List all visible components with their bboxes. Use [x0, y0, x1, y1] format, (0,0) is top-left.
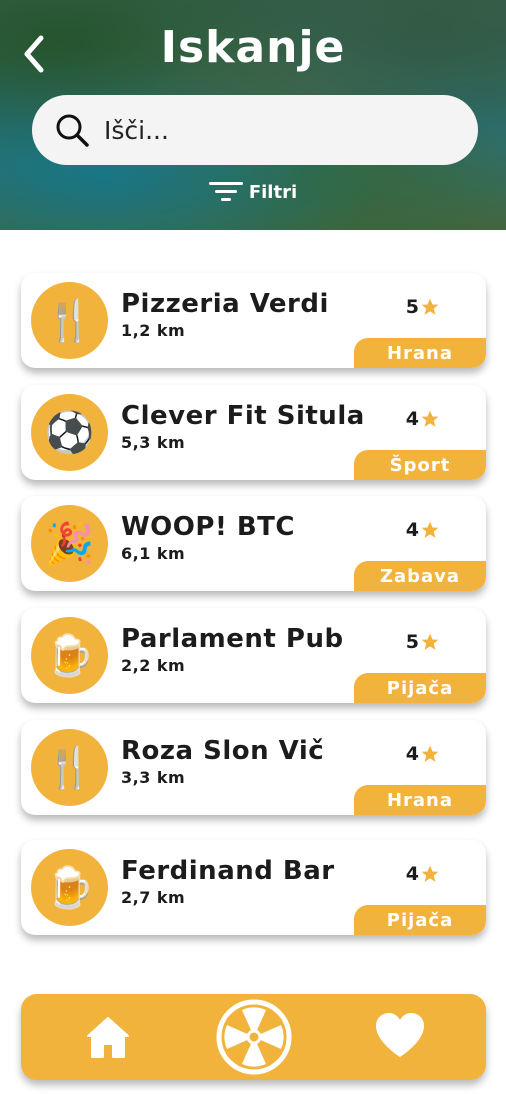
place-distance: 2,2 km [121, 656, 186, 675]
list-item[interactable]: 🎉 WOOP! BTC 6,1 km 4 Zabava [21, 496, 486, 591]
nav-wheel-button[interactable] [215, 998, 293, 1076]
place-name: Pizzeria Verdi [121, 289, 329, 319]
star-icon [421, 865, 439, 882]
place-rating: 4 [406, 863, 440, 885]
bottom-nav [21, 994, 486, 1080]
page-title: Iskanje [160, 22, 346, 73]
beer-mug-icon: 🍺 [31, 849, 108, 926]
rating-value: 5 [405, 296, 419, 318]
category-badge: Šport [354, 450, 486, 480]
category-badge: Hrana [354, 785, 486, 815]
fork-knife-icon: 🍴 [31, 729, 108, 806]
category-badge: Hrana [354, 338, 486, 368]
category-badge: Pijača [354, 673, 486, 703]
place-name: Roza Slon Vič [121, 736, 325, 766]
category-badge: Zabava [354, 561, 486, 591]
heart-icon [376, 1013, 424, 1057]
filters-button[interactable]: Filtri [0, 180, 506, 204]
category-badge: Pijača [354, 905, 486, 935]
wheel-icon [216, 999, 292, 1075]
list-item[interactable]: 🍴 Roza Slon Vič 3,3 km 4 Hrana [21, 720, 486, 815]
rating-value: 5 [405, 631, 419, 653]
place-rating: 5 [406, 631, 440, 653]
place-distance: 5,3 km [121, 433, 186, 452]
nav-home-button[interactable] [83, 1012, 133, 1062]
filters-label: Filtri [248, 181, 298, 203]
fork-knife-icon: 🍴 [31, 282, 108, 359]
place-name: Parlament Pub [121, 624, 344, 654]
place-name: Ferdinand Bar [121, 856, 335, 886]
search-input[interactable] [104, 115, 434, 145]
place-rating: 5 [406, 296, 440, 318]
star-icon [421, 410, 439, 427]
search-bar[interactable] [32, 95, 478, 165]
star-icon [421, 521, 439, 538]
home-icon [87, 1017, 129, 1058]
list-item[interactable]: 🍺 Parlament Pub 2,2 km 5 Pijača [21, 608, 486, 703]
beer-mug-icon: 🍺 [31, 617, 108, 694]
search-icon [52, 110, 92, 150]
rating-value: 4 [405, 408, 419, 430]
star-icon [421, 633, 439, 650]
place-distance: 3,3 km [121, 768, 186, 787]
place-rating: 4 [406, 408, 440, 430]
place-distance: 1,2 km [121, 321, 186, 340]
rating-value: 4 [405, 519, 419, 541]
place-name: Clever Fit Situla [121, 401, 365, 431]
list-item[interactable]: ⚽ Clever Fit Situla 5,3 km 4 Šport [21, 385, 486, 480]
place-distance: 2,7 km [121, 888, 186, 907]
star-icon [421, 745, 439, 762]
filter-icon [208, 182, 243, 201]
list-item[interactable]: 🍺 Ferdinand Bar 2,7 km 4 Pijača [21, 840, 486, 935]
place-distance: 6,1 km [121, 544, 186, 563]
place-rating: 4 [406, 519, 440, 541]
rating-value: 4 [405, 743, 419, 765]
nav-favorites-button[interactable] [373, 1010, 427, 1060]
rating-value: 4 [405, 863, 419, 885]
soccer-ball-icon: ⚽ [31, 394, 108, 471]
party-popper-icon: 🎉 [31, 505, 108, 582]
list-item[interactable]: 🍴 Pizzeria Verdi 1,2 km 5 Hrana [21, 273, 486, 368]
star-icon [421, 298, 439, 315]
place-name: WOOP! BTC [121, 512, 295, 542]
place-rating: 4 [406, 743, 440, 765]
